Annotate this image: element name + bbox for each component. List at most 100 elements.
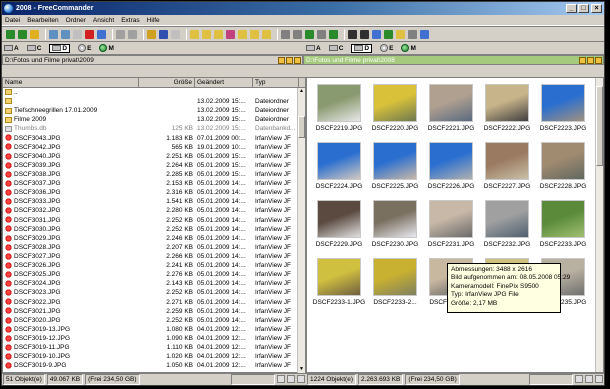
file-row[interactable]: DSCF3039.JPG 2.264 KB 05.01.2009 15:... Irf… (3, 161, 299, 170)
filter-icon[interactable] (575, 375, 583, 383)
scroll-thumb[interactable] (596, 86, 603, 166)
drive-e-right[interactable]: E (380, 44, 393, 52)
file-row[interactable]: 13.02.2009 15:... Dateiordner (3, 97, 299, 106)
favorites-folder-icon[interactable] (587, 57, 594, 64)
drive-d-left[interactable]: D (49, 43, 71, 53)
file-row[interactable]: DSCF3031.JPG 2.252 KB 05.01.2009 14:... Irf… (3, 216, 299, 225)
left-scrollbar[interactable]: ▲ ▼ (297, 88, 305, 373)
folder-compare-icon[interactable] (238, 29, 247, 39)
minimize-button[interactable]: _ (566, 4, 577, 13)
favorites-icon[interactable] (147, 29, 156, 39)
file-row[interactable]: DSCF3025.JPG 2.276 KB 05.01.2009 14:... Irf… (3, 270, 299, 279)
maximize-button[interactable]: □ (578, 4, 589, 13)
file-row[interactable]: DSCF3019-9.JPG 1.050 KB 04.01.2009 12:... I… (3, 361, 299, 370)
left-file-panel[interactable]: Name Größe Geändert Typ .. 13.02.2009 15:… (2, 77, 306, 373)
thumbnail-tile[interactable]: DSCF2224.JPG (311, 140, 367, 194)
right-status-filter[interactable] (529, 374, 573, 385)
thumbnail-tile[interactable]: DSCF2230.JPG (367, 198, 423, 252)
edit-icon[interactable] (287, 375, 295, 383)
drive-c-left[interactable]: C (26, 45, 41, 52)
file-row[interactable]: DSCF3020.JPG 2.252 KB 05.01.2009 14:... Irf… (3, 316, 299, 325)
file-row[interactable]: DSCF3040.JPG 2.251 KB 05.01.2009 15:... Irf… (3, 152, 299, 161)
folder-history-icon[interactable] (262, 29, 271, 39)
scroll-down-arrow[interactable]: ▼ (298, 366, 305, 373)
forward-icon[interactable] (18, 29, 27, 39)
column-name[interactable]: Name (3, 78, 139, 87)
file-row[interactable]: DSCF3019-11.JPG 1.110 KB 04.01.2009 12:...… (3, 343, 299, 352)
file-row[interactable]: .. (3, 88, 299, 97)
left-status-filter[interactable] (231, 374, 275, 385)
thumbnail-tile[interactable]: DSCF2229.JPG (311, 198, 367, 252)
drive-e-left[interactable]: E (78, 44, 91, 52)
file-row[interactable]: DSCF3021.JPG 2.259 KB 05.01.2009 14:... Irf… (3, 307, 299, 316)
file-row[interactable]: DSCF3032.JPG 2.280 KB 05.01.2009 14:... Irf… (3, 206, 299, 215)
filter-folder-icon[interactable] (595, 57, 602, 64)
history-icon[interactable] (579, 57, 586, 64)
file-row[interactable]: DSCF3024.JPG 2.143 KB 05.01.2009 14:... Irf… (3, 279, 299, 288)
view-icon[interactable] (171, 29, 180, 39)
drive-a-right[interactable]: A (306, 45, 321, 52)
thumbnail-tile[interactable]: DSCF2222.JPG (479, 82, 535, 136)
file-row[interactable]: DSCF3023.JPG 2.252 KB 05.01.2009 14:... Irf… (3, 288, 299, 297)
rename-icon[interactable] (73, 29, 82, 39)
filter-folder-icon[interactable] (294, 57, 301, 64)
file-row[interactable]: DSCF3019-13.JPG 1.080 KB 04.01.2009 12:...… (3, 325, 299, 334)
move-icon[interactable] (61, 29, 70, 39)
close-button[interactable]: × (591, 4, 602, 13)
file-row[interactable]: DSCF3037.JPG 2.153 KB 05.01.2009 14:... Irf… (3, 179, 299, 188)
settings-icon[interactable] (408, 29, 417, 39)
thumbnail-tile[interactable]: DSCF2231.JPG (423, 198, 479, 252)
terminal-icon[interactable] (360, 29, 369, 39)
sync-icon[interactable] (384, 29, 393, 39)
up-folder-icon[interactable] (30, 29, 39, 39)
title-bar[interactable]: 2008 - FreeCommander _ □ × (2, 2, 604, 15)
file-row[interactable]: DSCF3042.JPG 565 KB 19.01.2009 10:... Irfan… (3, 143, 299, 152)
edit-icon[interactable] (585, 375, 593, 383)
scroll-up-arrow[interactable]: ▲ (298, 88, 305, 95)
pack-icon[interactable] (116, 29, 125, 39)
folder-size-icon[interactable] (250, 29, 259, 39)
file-row[interactable]: DSCF3019-10.JPG 1.020 KB 04.01.2009 12:...… (3, 352, 299, 361)
file-row[interactable]: Tiefschneegrillen 17.01.2009 13.02.2009 1… (3, 106, 299, 115)
console-icon[interactable] (348, 29, 357, 39)
menu-ansicht[interactable]: Ansicht (93, 17, 114, 24)
folder-tree-icon[interactable] (202, 29, 211, 39)
menu-ordner[interactable]: Ordner (66, 17, 86, 24)
thumbnail-tile[interactable]: DSCF2227.JPG (479, 140, 535, 194)
file-row[interactable]: DSCF3033.JPG 1.541 KB 05.01.2009 14:... Irf… (3, 197, 299, 206)
file-row[interactable]: DSCF3027.JPG 2.266 KB 05.01.2009 14:... Irf… (3, 252, 299, 261)
unpack-icon[interactable] (128, 29, 137, 39)
notes-icon[interactable] (396, 29, 405, 39)
right-scrollbar[interactable] (595, 78, 603, 372)
file-row[interactable]: DSCF3028.JPG 2.207 KB 05.01.2009 14:... Irf… (3, 243, 299, 252)
refresh-icon[interactable] (329, 29, 338, 39)
thumbnail-tile[interactable]: DSCF2233.JPG (535, 198, 591, 252)
calculator-icon[interactable] (372, 29, 381, 39)
column-size[interactable]: Größe (139, 78, 195, 87)
delete-icon[interactable] (85, 29, 94, 39)
help-icon[interactable] (420, 29, 429, 39)
drive-m-right[interactable]: M (401, 44, 416, 52)
file-row[interactable]: Filme 2009 13.02.2009 15:... Dateiordner (3, 115, 299, 124)
folder-icon[interactable] (190, 29, 199, 39)
drive-c-right[interactable]: C (328, 45, 343, 52)
right-thumbnail-panel[interactable]: DSCF2219.JPG DSCF2220.JPG DSCF2221.JPG DSCF… (306, 77, 604, 373)
menu-datei[interactable]: Datei (5, 17, 20, 24)
scroll-thumb[interactable] (298, 116, 305, 138)
thumbnail-tile[interactable]: DSCF2226.JPG (423, 140, 479, 194)
thumbnail-view-icon[interactable] (305, 29, 314, 39)
search-icon[interactable] (159, 29, 168, 39)
menu-hilfe[interactable]: Hilfe (147, 17, 160, 24)
favorites-folder-icon[interactable] (286, 57, 293, 64)
column-type[interactable]: Typ (253, 78, 299, 87)
file-row[interactable]: Thumbs.db 125 KB 13.02.2009 15:... Datenban… (3, 124, 299, 133)
thumbnail-tile[interactable]: DSCF2225.JPG (367, 140, 423, 194)
thumbnail-tile[interactable]: DSCF2220.JPG (367, 82, 423, 136)
menu-bearbeiten[interactable]: Bearbeiten (27, 17, 58, 24)
eye-icon[interactable] (297, 375, 305, 383)
menu-extras[interactable]: Extras (121, 17, 139, 24)
list-view-icon[interactable] (281, 29, 290, 39)
detail-view-icon[interactable] (293, 29, 302, 39)
drive-m-left[interactable]: M (99, 44, 114, 52)
thumbnail-tile[interactable]: DSCF2233-1.JPG (311, 256, 367, 310)
